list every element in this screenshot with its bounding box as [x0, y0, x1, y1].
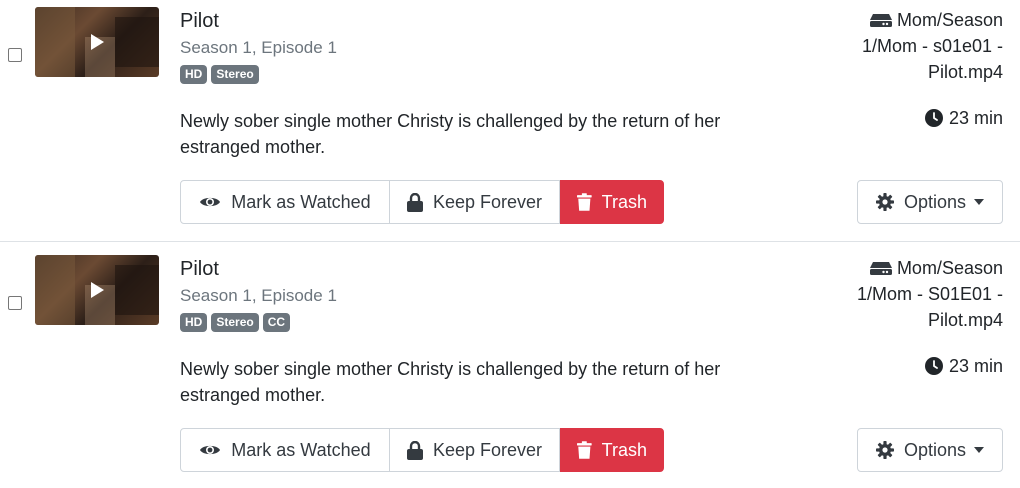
eye-icon [200, 445, 221, 455]
trash-label: Trash [601, 191, 647, 212]
duration: 23 min [924, 354, 1003, 378]
play-icon [91, 282, 104, 298]
select-checkbox[interactable] [8, 48, 22, 62]
options-label: Options [903, 439, 967, 460]
episode-row: Pilot Season 1, Episode 1 HD Stereo Newl… [0, 0, 1020, 241]
duration: 23 min [924, 106, 1003, 130]
mark-watched-button[interactable]: Mark as Watched [180, 428, 390, 472]
trash-label: Trash [601, 439, 647, 460]
episode-title[interactable]: Pilot [180, 258, 219, 281]
eye-icon [200, 197, 221, 207]
badge-list: HD Stereo [180, 65, 259, 84]
episode-thumbnail[interactable] [35, 255, 159, 325]
episode-subtitle: Season 1, Episode 1 [180, 286, 337, 305]
file-info: Mom/Season 1/Mom - s01e01 - Pilot.mp4 [833, 7, 1003, 85]
duration-text: 23 min [948, 108, 1003, 128]
caret-down-icon [974, 447, 985, 453]
keep-forever-button[interactable]: Keep Forever [390, 428, 560, 472]
episode-summary: Newly sober single mother Christy is cha… [180, 359, 721, 405]
hdd-icon [869, 14, 892, 27]
lock-icon [406, 440, 423, 460]
keep-forever-label: Keep Forever [432, 191, 543, 212]
trash-icon [577, 193, 592, 211]
select-checkbox[interactable] [8, 296, 22, 310]
mark-watched-label: Mark as Watched [231, 191, 371, 212]
clock-icon [924, 357, 943, 375]
mark-watched-button[interactable]: Mark as Watched [180, 180, 390, 224]
play-icon [91, 34, 104, 50]
trash-icon [577, 441, 592, 459]
episode-subtitle: Season 1, Episode 1 [180, 38, 337, 57]
keep-forever-button[interactable]: Keep Forever [390, 180, 560, 224]
badge-stereo: Stereo [211, 65, 259, 84]
badge-cc: CC [262, 313, 291, 332]
mark-watched-label: Mark as Watched [231, 439, 371, 460]
badge-hd: HD [180, 313, 208, 332]
action-button-group: Mark as Watched Keep Forever Trash [180, 428, 664, 472]
badge-stereo: Stereo [211, 313, 259, 332]
episode-row: Pilot Season 1, Episode 1 HD Stereo CC N… [0, 241, 1020, 488]
options-dropdown-button[interactable]: Options [857, 180, 1003, 224]
keep-forever-label: Keep Forever [432, 439, 543, 460]
options-label: Options [903, 191, 967, 212]
hdd-icon [869, 262, 892, 275]
action-button-group: Mark as Watched Keep Forever Trash [180, 180, 664, 224]
trash-button[interactable]: Trash [560, 180, 664, 224]
clock-icon [924, 109, 943, 127]
gear-icon [875, 193, 894, 211]
episode-thumbnail[interactable] [35, 7, 159, 77]
lock-icon [406, 192, 423, 212]
episode-summary: Newly sober single mother Christy is cha… [180, 111, 721, 157]
episode-title[interactable]: Pilot [180, 10, 219, 33]
badge-list: HD Stereo CC [180, 313, 291, 332]
trash-button[interactable]: Trash [560, 428, 664, 472]
file-info: Mom/Season 1/Mom - S01E01 - Pilot.mp4 [833, 255, 1003, 333]
duration-text: 23 min [948, 356, 1003, 376]
options-dropdown-button[interactable]: Options [857, 428, 1003, 472]
gear-icon [875, 441, 894, 459]
caret-down-icon [974, 199, 985, 205]
badge-hd: HD [180, 65, 208, 84]
